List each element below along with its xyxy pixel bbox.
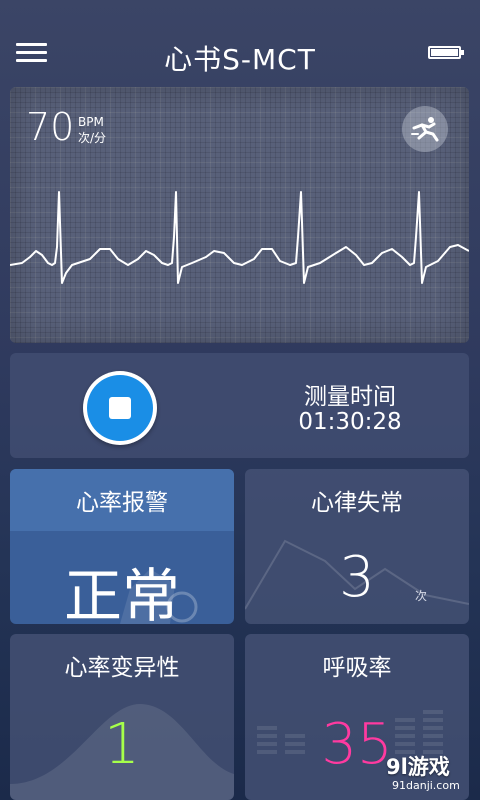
app-header: 心书S-MCT — [0, 0, 480, 86]
tile-title: 心律失常 — [311, 490, 403, 516]
stop-button[interactable] — [83, 371, 157, 445]
tile-title: 呼吸率 — [322, 655, 392, 681]
stop-icon — [109, 397, 131, 419]
app-title: 心书S-MCT — [164, 43, 316, 76]
watermark-logo: 9l游戏 91danji.com — [378, 747, 478, 797]
battery-icon — [428, 46, 464, 59]
tile-title: 心率报警 — [76, 490, 168, 516]
running-person-icon[interactable] — [402, 106, 448, 152]
hr-alarm-status: 正常 — [63, 562, 180, 624]
watermark-url: 91danji.com — [392, 779, 460, 792]
bpm-value: 70 — [26, 105, 75, 149]
tile-heart-rate-alarm[interactable]: 心率报警 正常 — [10, 469, 234, 624]
tile-hrv[interactable]: 心率变异性 1 — [10, 634, 234, 800]
ecg-panel: 70 BPM 次/分 — [10, 87, 469, 343]
bpm-unit-cn: 次/分 — [78, 131, 107, 145]
timer-value: 01:30:28 — [298, 409, 402, 435]
timer-panel: 测量时间 01:30:28 — [10, 353, 469, 458]
tile-arrhythmia[interactable]: 心律失常 3 次 — [245, 469, 469, 624]
watermark-text: 9l游戏 — [386, 755, 450, 779]
hrv-value: 1 — [104, 712, 140, 777]
arrhythmia-count: 3 — [339, 545, 375, 610]
tile-title: 心率变异性 — [64, 655, 180, 681]
bpm-unit: BPM — [78, 115, 104, 129]
timer-label: 测量时间 — [304, 384, 396, 410]
arrhythmia-unit: 次 — [415, 589, 428, 603]
running-person-glyph — [411, 117, 439, 142]
